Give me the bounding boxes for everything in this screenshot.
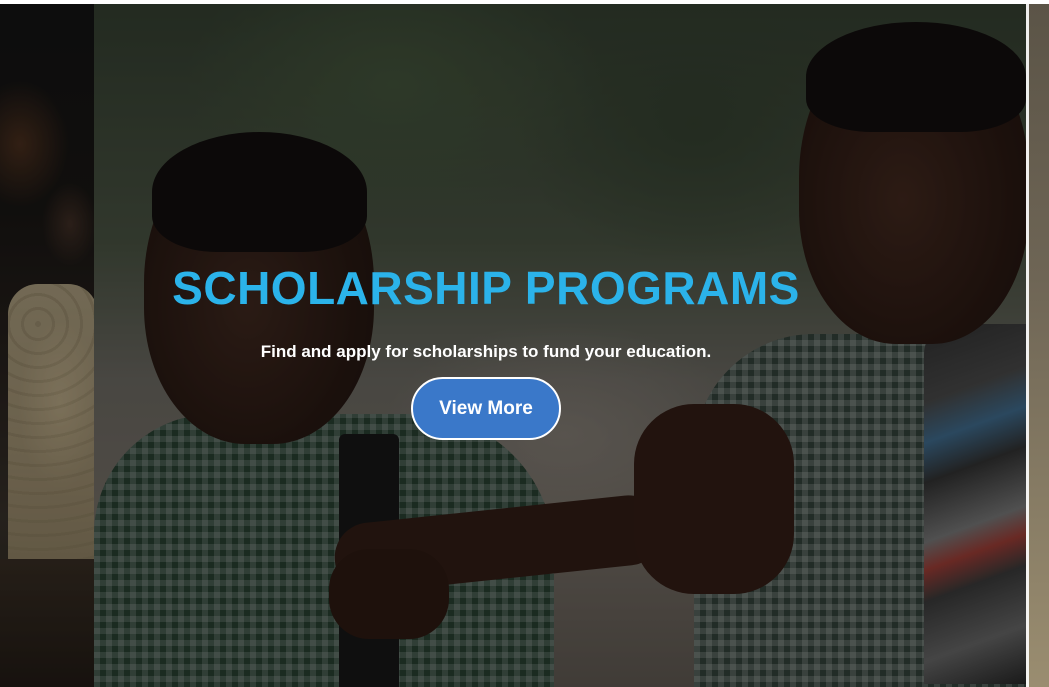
slide-overlay: [0, 4, 94, 687]
hero-subtitle: Find and apply for scholarships to fund …: [260, 342, 712, 361]
next-slide-image[interactable]: [1026, 4, 1049, 687]
caption-content: SCHOLARSHIP PROGRAMS Find and apply for …: [94, 4, 878, 687]
hero-title: SCHOLARSHIP PROGRAMS: [172, 262, 800, 314]
view-more-button[interactable]: View More: [411, 377, 561, 440]
hero-carousel: SCHOLARSHIP PROGRAMS Find and apply for …: [0, 0, 1049, 687]
slide-divider: [1026, 4, 1029, 687]
current-slide-image: SCHOLARSHIP PROGRAMS Find and apply for …: [94, 4, 1026, 687]
slide-caption: SCHOLARSHIP PROGRAMS Find and apply for …: [94, 4, 1026, 687]
previous-slide-image[interactable]: [0, 4, 94, 687]
